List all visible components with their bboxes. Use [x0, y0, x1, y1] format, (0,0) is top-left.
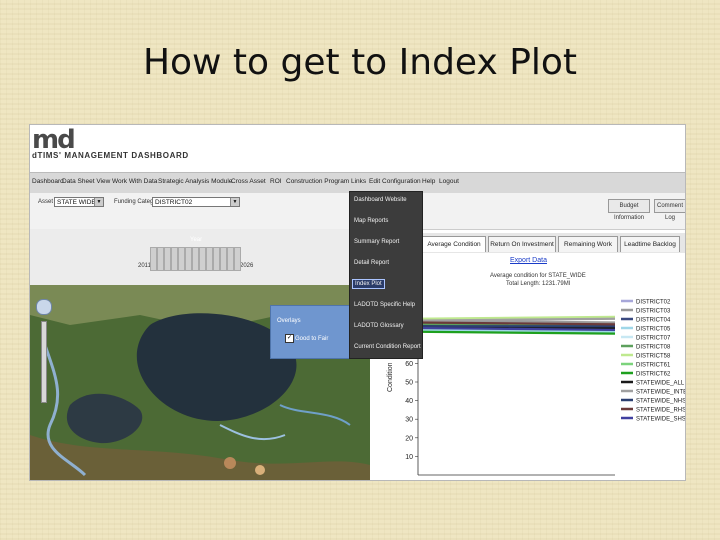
legend-label: DISTRICT02 [636, 300, 671, 306]
dashboard-screenshot: md dTIMS' MANAGEMENT DASHBOARD Dashboard… [29, 124, 686, 481]
year-cell[interactable] [164, 247, 171, 271]
menu-construction-program[interactable]: Construction Program [286, 178, 349, 185]
menu-edit-configuration[interactable]: Edit Configuration [369, 178, 421, 185]
legend-label: STATEWIDE_NHS [636, 399, 685, 405]
y-axis-label: Condition [387, 362, 394, 392]
menu-help[interactable]: Help [422, 178, 435, 185]
y-tick-label: 30 [405, 417, 413, 424]
overlay-title: Overlays [277, 318, 301, 324]
dd-ladotd-specific-help[interactable]: LADOTD Specific Help [354, 302, 415, 308]
tab-return-on-investment[interactable]: Return On Investment [488, 236, 556, 252]
legend-label: DISTRICT04 [636, 318, 671, 324]
comment-log-button[interactable]: Comment Log [654, 199, 685, 221]
legend-label: DISTRICT08 [636, 345, 671, 351]
legend-label: STATEWIDE_ALL [636, 381, 685, 387]
menu-strategic-analysis[interactable]: Strategic Analysis Module [158, 178, 232, 185]
map-pan-control[interactable] [36, 299, 52, 315]
y-tick-label: 40 [405, 398, 413, 405]
category-select[interactable]: DISTRICT02 ▼ [152, 197, 240, 207]
legend-label: DISTRICT05 [636, 327, 671, 333]
legend-label: DISTRICT61 [636, 363, 671, 369]
year-cell[interactable] [185, 247, 192, 271]
year-label: Year [190, 237, 203, 243]
map-zoom-slider[interactable] [41, 321, 47, 403]
year-cell[interactable] [150, 247, 157, 271]
year-cell[interactable] [192, 247, 199, 271]
year-cell[interactable] [234, 247, 241, 271]
slide-title: How to get to Index Plot [142, 42, 578, 83]
legend-label: DISTRICT03 [636, 309, 671, 315]
menu-data-sheet-view[interactable]: Data Sheet View [62, 178, 110, 185]
year-cell[interactable] [227, 247, 234, 271]
asset-select-value: STATE WIDE [57, 199, 96, 206]
legend-label: DISTRICT62 [636, 372, 671, 378]
year-cell[interactable] [171, 247, 178, 271]
menu-dashboard[interactable]: Dashboard [32, 178, 64, 185]
links-dropdown-menu: Dashboard Website Map Reports Summary Re… [349, 191, 423, 359]
year-cell[interactable] [206, 247, 213, 271]
legend-label: STATEWIDE_SHS [636, 417, 685, 423]
tab-leadtime-backlog[interactable]: Leadtime Backlog [620, 236, 680, 252]
chevron-down-icon: ▼ [94, 198, 103, 206]
dd-summary-report[interactable]: Summary Report [354, 239, 399, 245]
y-tick-label: 60 [405, 361, 413, 368]
app-header: md dTIMS' MANAGEMENT DASHBOARD [30, 125, 685, 172]
dd-ladotd-glossary[interactable]: LADOTD Glossary [354, 323, 404, 329]
chevron-down-icon: ▼ [230, 198, 239, 206]
menu-logout[interactable]: Logout [439, 178, 459, 185]
legend-label: DISTRICT07 [636, 336, 671, 342]
menu-roi[interactable]: ROI [270, 178, 282, 185]
overlay-checkbox[interactable]: ✓ [285, 334, 294, 343]
menu-links[interactable]: Links [351, 178, 366, 185]
dd-current-condition-report[interactable]: Current Condition Report [354, 344, 421, 350]
year-end: 2026 [240, 263, 254, 269]
overlay-option: Good to Fair [295, 336, 329, 342]
year-slider[interactable]: Year 2011 2026 [30, 229, 370, 285]
y-tick-label: 10 [405, 454, 413, 461]
y-tick-label: 50 [405, 380, 413, 387]
asset-label: Asset [38, 199, 54, 205]
tab-remaining-work[interactable]: Remaining Work [558, 236, 618, 252]
budget-information-button[interactable]: Budget Information [608, 199, 650, 221]
menu-cross-asset[interactable]: Cross Asset [231, 178, 266, 185]
legend-label: STATEWIDE_INTERSTATE [636, 390, 685, 396]
app-subtitle: dTIMS' MANAGEMENT DASHBOARD [32, 151, 189, 160]
year-cell[interactable] [178, 247, 185, 271]
year-cell[interactable] [157, 247, 164, 271]
year-cell[interactable] [213, 247, 220, 271]
menu-work-with-data[interactable]: Work With Data [112, 178, 157, 185]
dd-map-reports[interactable]: Map Reports [354, 218, 388, 224]
legend-label: STATEWIDE_RHS [636, 408, 685, 414]
year-start: 2011 [138, 263, 151, 269]
category-select-value: DISTRICT02 [155, 199, 193, 206]
dd-index-plot[interactable]: Index Plot [352, 279, 385, 289]
y-tick-label: 20 [405, 435, 413, 442]
tab-average-condition[interactable]: Average Condition [422, 236, 486, 252]
year-cell[interactable] [220, 247, 227, 271]
asset-select[interactable]: STATE WIDE ▼ [54, 197, 104, 207]
dd-dashboard-website[interactable]: Dashboard Website [354, 197, 407, 203]
legend-label: DISTRICT58 [636, 354, 671, 360]
year-cell[interactable] [199, 247, 206, 271]
dd-detail-report[interactable]: Detail Report [354, 260, 389, 266]
